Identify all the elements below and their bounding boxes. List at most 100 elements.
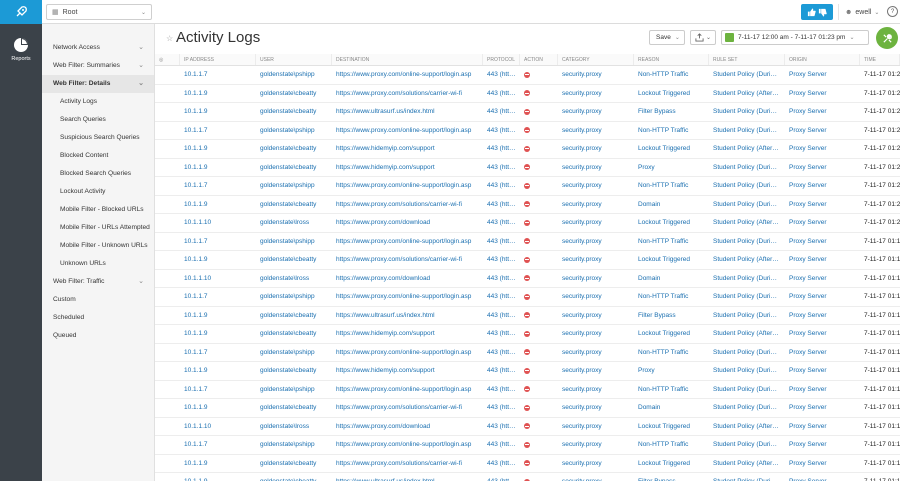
cell-protocol[interactable]: 443 (htt… bbox=[483, 381, 520, 399]
cell-destination[interactable]: https://www.proxy.com/online-support/log… bbox=[332, 288, 483, 306]
table-row[interactable]: 10.1.1.7 goldenstate\pshipp https://www.pr… bbox=[155, 381, 900, 399]
export-button[interactable]: ⌄ bbox=[690, 30, 716, 45]
cell-user[interactable]: goldenstate\cbeatty bbox=[256, 399, 332, 417]
cell-reason[interactable]: Non-HTTP Traffic bbox=[634, 344, 709, 362]
cell-origin[interactable]: Proxy Server bbox=[785, 140, 860, 158]
cell-destination[interactable]: https://www.hidemyip.com/support bbox=[332, 140, 483, 158]
column-header-ip-address[interactable]: IP ADDRESS bbox=[180, 54, 256, 65]
cell-category[interactable]: security.proxy bbox=[558, 159, 634, 177]
cell-origin[interactable]: Proxy Server bbox=[785, 381, 860, 399]
column-header-action[interactable]: ACTION bbox=[520, 54, 558, 65]
feedback-button[interactable] bbox=[801, 4, 833, 20]
cell-protocol[interactable]: 443 (htt… bbox=[483, 399, 520, 417]
cell-origin[interactable]: Proxy Server bbox=[785, 233, 860, 251]
cell-user[interactable]: goldenstate\cbeatty bbox=[256, 85, 332, 103]
sidebar-item-web-filter-details[interactable]: Web Filter: Details ⌄ bbox=[42, 75, 154, 93]
cell-destination[interactable]: https://www.proxy.com/solutions/carrier-… bbox=[332, 455, 483, 473]
cell-rule-set[interactable]: Student Policy (After… bbox=[709, 455, 785, 473]
table-row[interactable]: 10.1.1.7 goldenstate\pshipp https://www.pr… bbox=[155, 177, 900, 196]
cell-destination[interactable]: https://www.proxy.com/online-support/log… bbox=[332, 122, 483, 140]
cell-ip-address[interactable]: 10.1.1.7 bbox=[180, 436, 256, 454]
cell-reason[interactable]: Lockout Triggered bbox=[634, 325, 709, 343]
table-row[interactable]: 10.1.1.7 goldenstate\pshipp https://www.pr… bbox=[155, 436, 900, 455]
cell-origin[interactable]: Proxy Server bbox=[785, 122, 860, 140]
cell-protocol[interactable]: 443 (htt… bbox=[483, 159, 520, 177]
cell-reason[interactable]: Domain bbox=[634, 196, 709, 214]
cell-category[interactable]: security.proxy bbox=[558, 436, 634, 454]
cell-ip-address[interactable]: 10.1.1.7 bbox=[180, 381, 256, 399]
cell-ip-address[interactable]: 10.1.1.7 bbox=[180, 66, 256, 84]
cell-rule-set[interactable]: Student Policy (Duri… bbox=[709, 344, 785, 362]
cell-protocol[interactable]: 443 (htt… bbox=[483, 455, 520, 473]
cell-destination[interactable]: https://www.proxy.com/download bbox=[332, 214, 483, 232]
cell-protocol[interactable]: 443 (htt… bbox=[483, 251, 520, 269]
cell-user[interactable]: goldenstate\lross bbox=[256, 214, 332, 232]
cell-ip-address[interactable]: 10.1.1.9 bbox=[180, 362, 256, 380]
table-row[interactable]: 10.1.1.9 goldenstate\cbeatty https://www.h… bbox=[155, 325, 900, 344]
table-row[interactable]: 10.1.1.7 goldenstate\pshipp https://www.pr… bbox=[155, 288, 900, 307]
cell-destination[interactable]: https://www.proxy.com/download bbox=[332, 418, 483, 436]
cell-protocol[interactable]: 443 (htt… bbox=[483, 288, 520, 306]
cell-ip-address[interactable]: 10.1.1.7 bbox=[180, 177, 256, 195]
cell-rule-set[interactable]: Student Policy (After… bbox=[709, 418, 785, 436]
cell-origin[interactable]: Proxy Server bbox=[785, 270, 860, 288]
cell-category[interactable]: security.proxy bbox=[558, 325, 634, 343]
cell-protocol[interactable]: 443 (htt… bbox=[483, 196, 520, 214]
cell-protocol[interactable]: 443 (htt… bbox=[483, 85, 520, 103]
cell-ip-address[interactable]: 10.1.1.9 bbox=[180, 455, 256, 473]
cell-user[interactable]: goldenstate\lross bbox=[256, 418, 332, 436]
sidebar-item-web-filter-traffic[interactable]: Web Filter: Traffic ⌄ bbox=[42, 273, 154, 291]
table-row[interactable]: 10.1.1.7 goldenstate\pshipp https://www.pr… bbox=[155, 344, 900, 362]
sidebar-item-mobile-filter-blocked-urls[interactable]: Mobile Filter - Blocked URLs bbox=[42, 201, 154, 219]
cell-rule-set[interactable]: Student Policy (After… bbox=[709, 251, 785, 269]
cell-category[interactable]: security.proxy bbox=[558, 399, 634, 417]
cell-protocol[interactable]: 443 (htt… bbox=[483, 103, 520, 121]
cell-origin[interactable]: Proxy Server bbox=[785, 177, 860, 195]
cell-origin[interactable]: Proxy Server bbox=[785, 362, 860, 380]
cell-user[interactable]: goldenstate\cbeatty bbox=[256, 103, 332, 121]
column-settings-icon[interactable]: ◎ bbox=[155, 54, 180, 65]
cell-user[interactable]: goldenstate\pshipp bbox=[256, 344, 332, 362]
rail-item-reports[interactable]: Reports bbox=[0, 32, 42, 66]
cell-rule-set[interactable]: Student Policy (Duri… bbox=[709, 362, 785, 380]
table-row[interactable]: 10.1.1.10 goldenstate\lross https://www.pr… bbox=[155, 418, 900, 436]
cell-ip-address[interactable]: 10.1.1.9 bbox=[180, 251, 256, 269]
cell-protocol[interactable]: 443 (htt… bbox=[483, 233, 520, 251]
cell-ip-address[interactable]: 10.1.1.10 bbox=[180, 270, 256, 288]
cell-category[interactable]: security.proxy bbox=[558, 362, 634, 380]
cell-reason[interactable]: Lockout Triggered bbox=[634, 85, 709, 103]
cell-ip-address[interactable]: 10.1.1.7 bbox=[180, 233, 256, 251]
cell-rule-set[interactable]: Student Policy (Duri… bbox=[709, 159, 785, 177]
cell-category[interactable]: security.proxy bbox=[558, 473, 634, 481]
table-row[interactable]: 10.1.1.9goldenstate\cbeattyhttps://www.u… bbox=[155, 103, 900, 122]
cell-ip-address[interactable]: 10.1.1.7 bbox=[180, 122, 256, 140]
cell-reason[interactable]: Filter Bypass bbox=[634, 103, 709, 121]
cell-protocol[interactable]: 443 (htt… bbox=[483, 436, 520, 454]
cell-ip-address[interactable]: 10.1.1.9 bbox=[180, 307, 256, 325]
cell-user[interactable]: goldenstate\pshipp bbox=[256, 436, 332, 454]
cell-rule-set[interactable]: Student Policy (After… bbox=[709, 325, 785, 343]
cell-protocol[interactable]: 443 (htt… bbox=[483, 344, 520, 362]
cell-reason[interactable]: Non-HTTP Traffic bbox=[634, 436, 709, 454]
cell-protocol[interactable]: 443 (htt… bbox=[483, 140, 520, 158]
cell-rule-set[interactable]: Student Policy (Duri… bbox=[709, 307, 785, 325]
cell-reason[interactable]: Proxy bbox=[634, 362, 709, 380]
cell-user[interactable]: goldenstate\cbeatty bbox=[256, 325, 332, 343]
cell-rule-set[interactable]: Student Policy (Duri… bbox=[709, 381, 785, 399]
column-header-category[interactable]: CATEGORY bbox=[558, 54, 634, 65]
cell-destination[interactable]: https://www.proxy.com/solutions/carrier-… bbox=[332, 196, 483, 214]
wrench-button[interactable] bbox=[876, 27, 898, 49]
cell-destination[interactable]: https://www.proxy.com/online-support/log… bbox=[332, 233, 483, 251]
cell-category[interactable]: security.proxy bbox=[558, 418, 634, 436]
cell-ip-address[interactable]: 10.1.1.9 bbox=[180, 196, 256, 214]
cell-protocol[interactable]: 443 (htt… bbox=[483, 214, 520, 232]
cell-ip-address[interactable]: 10.1.1.7 bbox=[180, 344, 256, 362]
cell-destination[interactable]: https://www.proxy.com/solutions/carrier-… bbox=[332, 251, 483, 269]
column-header-destination[interactable]: DESTINATION bbox=[332, 54, 483, 65]
cell-origin[interactable]: Proxy Server bbox=[785, 85, 860, 103]
cell-user[interactable]: goldenstate\cbeatty bbox=[256, 251, 332, 269]
cell-ip-address[interactable]: 10.1.1.9 bbox=[180, 140, 256, 158]
cell-user[interactable]: goldenstate\cbeatty bbox=[256, 140, 332, 158]
cell-origin[interactable]: Proxy Server bbox=[785, 66, 860, 84]
cell-protocol[interactable]: 443 (htt… bbox=[483, 307, 520, 325]
